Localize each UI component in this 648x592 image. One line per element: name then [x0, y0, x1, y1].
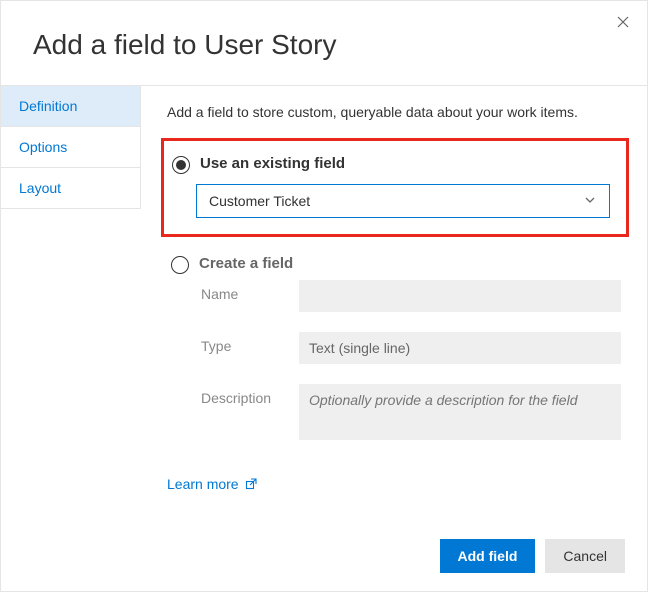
cancel-button[interactable]: Cancel [545, 539, 625, 573]
dialog: Add a field to User Story Definition Opt… [0, 0, 648, 592]
type-select[interactable] [299, 332, 621, 364]
main-panel: Add a field to store custom, queryable d… [141, 86, 647, 492]
intro-text: Add a field to store custom, queryable d… [167, 104, 621, 120]
chevron-down-icon [583, 193, 597, 210]
sidebar: Definition Options Layout [1, 86, 141, 209]
dialog-footer: Add field Cancel [440, 539, 625, 573]
create-field-form: Name Type Description [201, 280, 621, 440]
name-label: Name [201, 280, 287, 302]
description-input[interactable] [299, 384, 621, 440]
create-field-label: Create a field [199, 255, 293, 272]
sidebar-item-label: Layout [19, 180, 61, 196]
learn-more-link[interactable]: Learn more [167, 476, 257, 492]
sidebar-item-label: Options [19, 139, 67, 155]
radio-create-field[interactable] [171, 256, 189, 274]
type-label: Type [201, 332, 287, 354]
highlight-existing-field: Use an existing field Customer Ticket [161, 138, 629, 237]
sidebar-item-label: Definition [19, 98, 77, 114]
use-existing-label: Use an existing field [200, 155, 345, 172]
description-label: Description [201, 384, 287, 406]
existing-field-value: Customer Ticket [209, 193, 310, 209]
sidebar-item-definition[interactable]: Definition [1, 86, 140, 127]
add-field-button[interactable]: Add field [440, 539, 536, 573]
existing-field-select[interactable]: Customer Ticket [196, 184, 610, 218]
x-icon [617, 16, 629, 28]
name-input[interactable] [299, 280, 621, 312]
radio-use-existing[interactable] [172, 156, 190, 174]
learn-more-label: Learn more [167, 476, 239, 492]
external-link-icon [245, 478, 257, 490]
close-icon[interactable] [613, 11, 633, 35]
sidebar-item-layout[interactable]: Layout [1, 168, 140, 209]
sidebar-item-options[interactable]: Options [1, 127, 140, 168]
dialog-title: Add a field to User Story [1, 1, 647, 85]
